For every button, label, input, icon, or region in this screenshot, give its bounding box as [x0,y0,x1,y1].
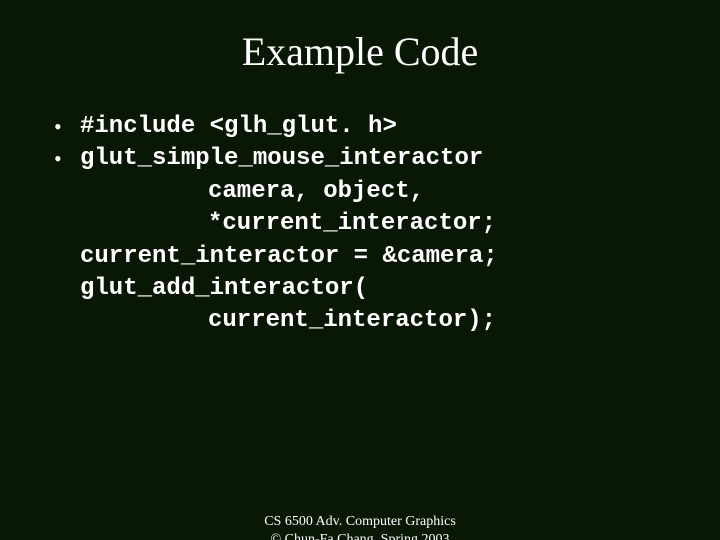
code-block: • #include <glh_glut. h> • glut_simple_m… [54,111,680,338]
bullet-dot: • [54,143,80,175]
slide-title: Example Code [0,28,720,75]
code-line: glut_simple_mouse_interactor [80,143,483,175]
footer-line-1: CS 6500 Adv. Computer Graphics [0,513,720,531]
code-line: #include <glh_glut. h> [80,111,397,143]
code-line: current_interactor = &camera; [54,241,680,273]
code-line: current_interactor); [54,305,680,337]
footer: CS 6500 Adv. Computer Graphics © Chun-Fa… [0,513,720,540]
footer-line-2: © Chun-Fa Chang, Spring 2003 [0,531,720,540]
slide: Example Code • #include <glh_glut. h> • … [0,28,720,540]
bullet-item: • glut_simple_mouse_interactor [54,143,680,175]
code-line: *current_interactor; [54,208,680,240]
bullet-dot: • [54,111,80,143]
bullet-item: • #include <glh_glut. h> [54,111,680,143]
code-line: camera, object, [54,176,680,208]
code-line: glut_add_interactor( [54,273,680,305]
